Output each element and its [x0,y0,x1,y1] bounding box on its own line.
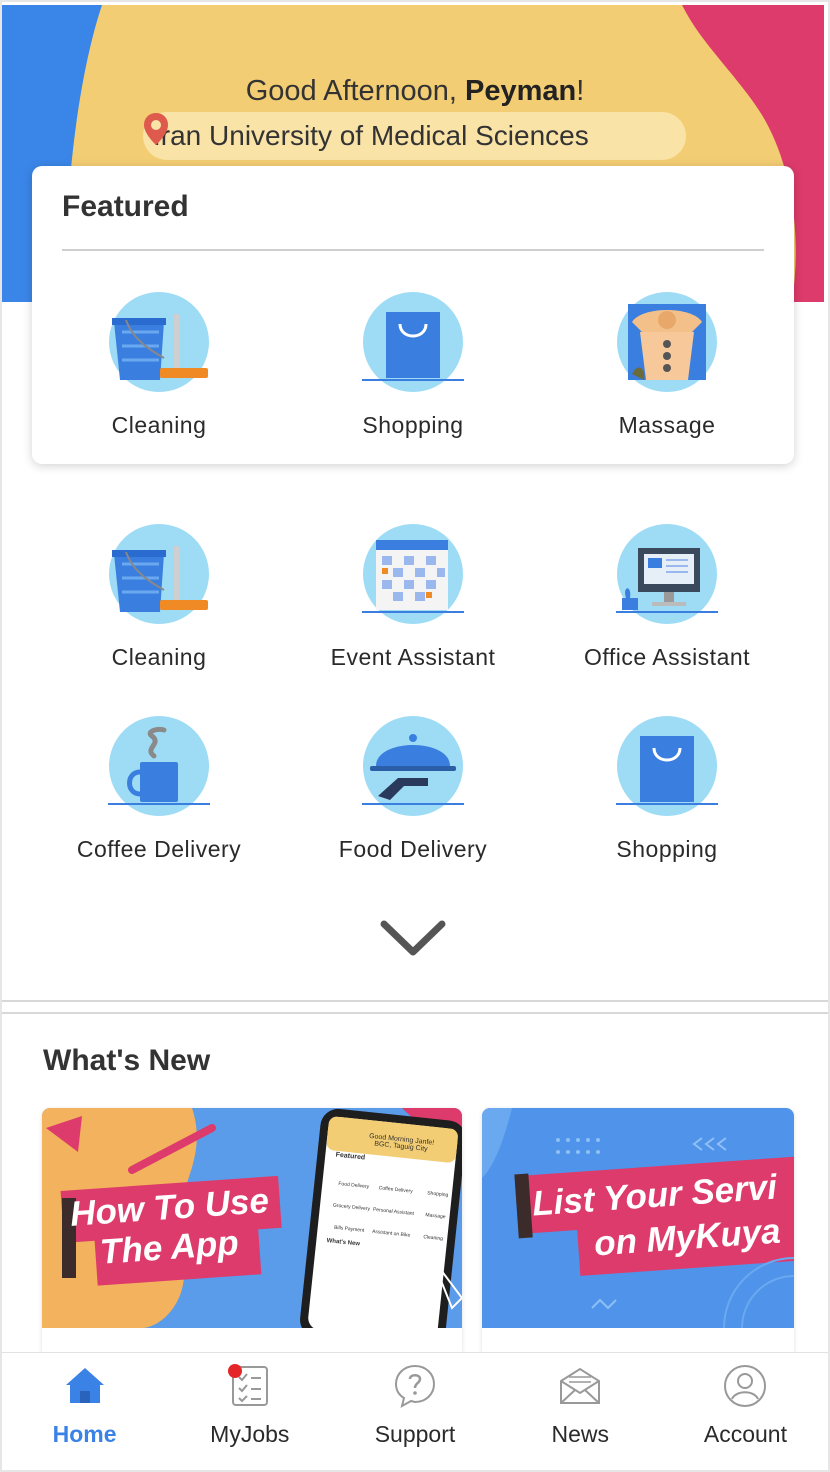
section-divider [2,1012,828,1014]
featured-item-label: Shopping [362,412,464,438]
location-label: Iran University of Medical Sciences [153,120,589,151]
tab-label: Account [703,1421,787,1447]
tab-news[interactable]: News [498,1353,663,1470]
tab-label: News [551,1421,609,1447]
phone-preview: Good Morning Janfe! BGC, Taguig City Fea… [326,1130,462,1258]
featured-item-label: Massage [618,412,716,438]
account-icon [724,1365,767,1407]
service-item-office-assistant[interactable]: Office Assistant [540,524,794,671]
section-divider [2,1000,828,1002]
service-item-cleaning[interactable]: Cleaning [32,524,286,671]
featured-divider [62,249,764,251]
phone-item: Bills Payment [333,1224,365,1234]
user-name: Peyman [464,75,577,107]
calendar-icon [362,524,464,624]
help-icon [394,1364,436,1408]
phone-item: Cleaning [422,1234,444,1243]
service-item-label: Event Assistant [330,644,496,670]
service-item-label: Coffee Delivery [76,836,242,862]
greeting-text: Good Afternoon, Peyman! [245,75,585,107]
news-card-list-services[interactable]: List Your Servi on MyKuya [482,1108,794,1353]
service-item-event-assistant[interactable]: Event Assistant [286,524,540,671]
chevron-down-icon[interactable] [380,918,446,958]
coffee-cup-icon [108,716,210,816]
news-envelope-icon [560,1367,601,1404]
service-item-shopping[interactable]: Shopping [540,716,794,863]
tab-label: Support [374,1421,456,1447]
tab-label: MyJobs [210,1421,290,1447]
featured-card: Featured Cleaning Shopping Massage [32,166,794,464]
featured-title: Featured [62,190,189,223]
myjobs-notification-badge [228,1364,242,1378]
service-item-coffee-delivery[interactable]: Coffee Delivery [32,716,286,863]
service-item-label: Office Assistant [583,644,751,670]
service-item-food-delivery[interactable]: Food Delivery [286,716,540,863]
news-card-how-to-use[interactable]: How To Use The App Good Morning Janfe! B… [42,1108,462,1353]
computer-icon [616,524,718,624]
tab-account[interactable]: Account [663,1353,828,1470]
shopping-bag-icon [362,292,464,392]
phone-grid: Food Delivery Coffee Delivery Shopping G… [328,1164,462,1243]
service-item-label: Shopping [616,836,718,862]
cleaning-icon [109,524,209,624]
cleaning-icon [109,292,209,392]
featured-item-massage[interactable]: Massage [540,292,794,439]
food-cloche-icon [362,716,464,816]
whats-new-title: What's New [43,1044,211,1077]
featured-item-shopping[interactable]: Shopping [286,292,540,439]
tab-myjobs[interactable]: MyJobs [167,1353,332,1470]
massage-icon [617,292,717,392]
shopping-bag-icon [616,716,718,816]
tab-home[interactable]: Home [2,1353,167,1470]
featured-item-label: Cleaning [111,412,207,438]
phone-item: Assistant on Bike [371,1228,411,1239]
tab-support[interactable]: Support [332,1353,497,1470]
tab-label: Home [52,1421,117,1447]
location-selector[interactable]: Iran University of Medical Sciences [143,112,686,160]
service-item-label: Cleaning [111,644,207,670]
location-pin-icon [144,113,168,145]
featured-item-cleaning[interactable]: Cleaning [32,292,286,439]
home-icon [65,1368,104,1403]
service-item-label: Food Delivery [338,836,488,862]
bottom-tab-bar: Home MyJobs Support News Account [2,1352,828,1470]
